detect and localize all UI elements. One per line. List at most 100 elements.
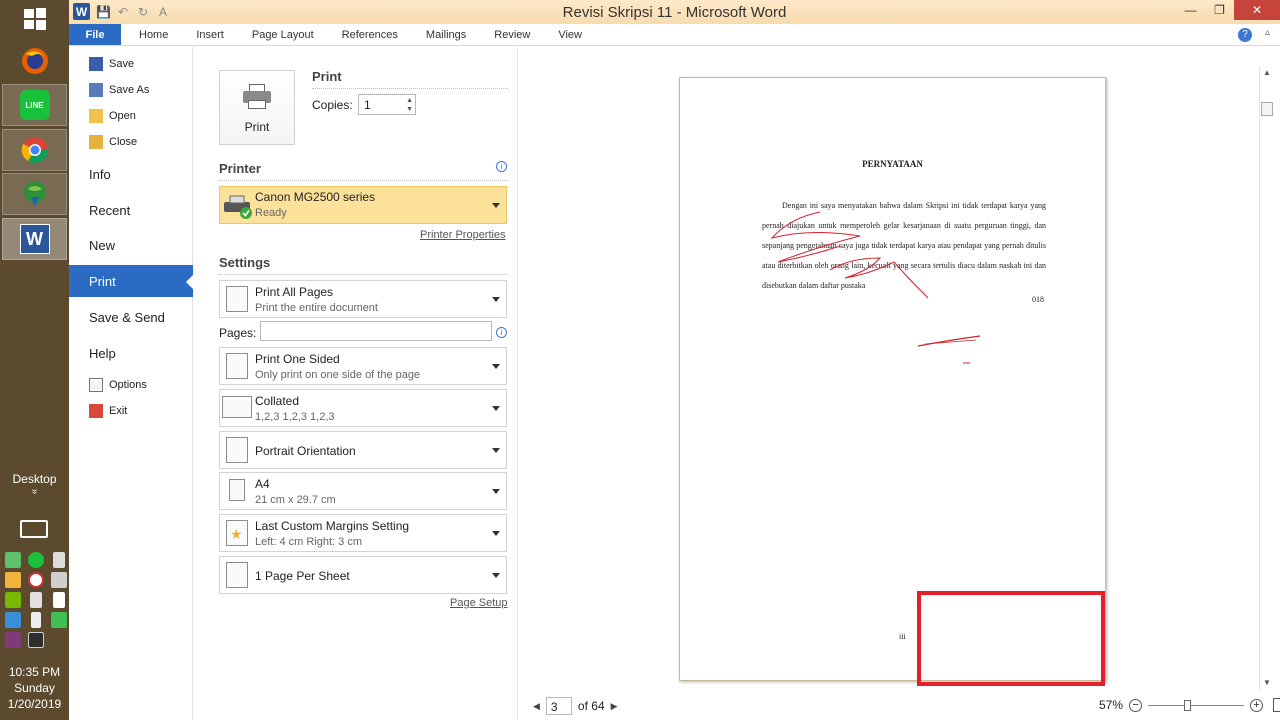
nav-open-label: Open	[109, 110, 136, 122]
next-page-icon[interactable]: ▶	[611, 701, 618, 712]
pages-per-sheet-dropdown[interactable]: 1 Page Per Sheet	[219, 556, 507, 594]
desktop-toolbar[interactable]: Desktop »	[0, 472, 69, 497]
folder-open-icon	[89, 109, 103, 123]
printer-properties-link[interactable]: Printer Properties	[420, 229, 506, 241]
zoom-to-page-icon[interactable]	[1273, 698, 1280, 712]
backstage-nav: Save Save As Open Close Info Recent New …	[69, 47, 194, 720]
print-button[interactable]: Print	[219, 70, 295, 145]
paper-size-dropdown[interactable]: A4 21 cm x 29.7 cm	[219, 472, 507, 510]
tab-references[interactable]: References	[328, 24, 412, 45]
nav-new[interactable]: New	[69, 229, 193, 261]
taskbar-clock[interactable]: 10:35 PM Sunday 1/20/2019	[0, 664, 69, 712]
tab-file[interactable]: File	[69, 24, 121, 45]
tray-line-icon[interactable]	[27, 552, 44, 568]
current-page-input[interactable]: 3	[545, 697, 572, 715]
close-button[interactable]: ✕	[1234, 0, 1280, 20]
tray-app-icon[interactable]	[27, 632, 44, 648]
one-sided-icon	[226, 353, 248, 379]
tab-mailings[interactable]: Mailings	[412, 24, 480, 45]
tray-network-icon[interactable]	[4, 552, 21, 568]
tray-monitor-icon[interactable]	[4, 612, 21, 628]
scroll-thumb[interactable]	[1261, 102, 1273, 116]
ribbon-minimize-icon[interactable]: ▵	[1265, 27, 1270, 38]
print-range-dropdown[interactable]: Print All Pages Print the entire documen…	[219, 280, 507, 318]
tray-drive-icon[interactable]	[50, 612, 67, 628]
margins-dropdown[interactable]: ★ Last Custom Margins Setting Left: 4 cm…	[219, 514, 507, 552]
pages-info-icon[interactable]: i	[496, 327, 507, 338]
tray-volume-icon[interactable]	[52, 552, 65, 568]
tab-view[interactable]: View	[544, 24, 596, 45]
tray-signal-icon[interactable]	[29, 592, 42, 608]
pages-input[interactable]	[260, 321, 492, 341]
tray-display-icon[interactable]	[50, 572, 67, 588]
nav-close[interactable]: Close	[69, 130, 193, 154]
nav-save-send[interactable]: Save & Send	[69, 301, 193, 333]
nav-save[interactable]: Save	[69, 52, 193, 76]
nav-open[interactable]: Open	[69, 104, 193, 128]
maximize-button[interactable]: ❐	[1205, 0, 1234, 20]
sides-dropdown[interactable]: Print One Sided Only print on one side o…	[219, 347, 507, 385]
nav-save-as[interactable]: Save As	[69, 78, 193, 102]
taskbar-chrome[interactable]	[2, 129, 67, 171]
orientation-title: Portrait Orientation	[255, 444, 356, 458]
nav-options-label: Options	[109, 379, 147, 391]
minimize-button[interactable]: —	[1176, 0, 1205, 20]
previous-page-icon[interactable]: ◀	[533, 701, 540, 712]
print-range-sub: Print the entire document	[255, 302, 378, 314]
nav-recent[interactable]: Recent	[69, 194, 193, 226]
taskbar-firefox[interactable]	[2, 40, 67, 82]
nav-exit[interactable]: Exit	[69, 399, 193, 423]
copies-input[interactable]: 1 ▲ ▼	[358, 94, 416, 115]
tab-home[interactable]: Home	[121, 24, 182, 45]
paper-title: A4	[255, 477, 270, 491]
printer-info-icon[interactable]: i	[496, 161, 507, 172]
tab-review[interactable]: Review	[480, 24, 544, 45]
printer-dropdown[interactable]: Canon MG2500 series Ready	[219, 186, 507, 224]
nav-info[interactable]: Info	[69, 158, 193, 190]
tab-page-layout[interactable]: Page Layout	[238, 24, 328, 45]
copies-spinner[interactable]: ▲ ▼	[406, 96, 413, 114]
scroll-up-icon[interactable]: ▲	[1262, 68, 1272, 78]
preview-scrollbar[interactable]: ▲ ▼	[1259, 66, 1273, 691]
nav-options[interactable]: Options	[69, 373, 193, 397]
page-setup-link[interactable]: Page Setup	[450, 597, 508, 609]
print-settings-pane: Print Print Copies: 1 ▲ ▼ Printer i Canon…	[193, 47, 518, 720]
window-title: Revisi Skripsi 11 - Microsoft Word	[562, 4, 787, 21]
zoom-slider-knob[interactable]	[1184, 699, 1192, 711]
nav-print[interactable]: Print	[69, 265, 194, 297]
taskbar-downloader[interactable]	[2, 173, 67, 215]
tray-battery-icon[interactable]	[30, 612, 41, 628]
windows-logo-icon	[23, 8, 46, 30]
tab-insert[interactable]: Insert	[182, 24, 238, 45]
printer-icon	[243, 84, 271, 110]
scroll-down-icon[interactable]: ▼	[1262, 678, 1272, 688]
print-heading-divider	[312, 88, 508, 89]
tray-antivirus-icon[interactable]	[27, 572, 44, 588]
tray-update-icon[interactable]	[4, 572, 21, 588]
collate-dropdown[interactable]: Collated 1,2,3 1,2,3 1,2,3	[219, 389, 507, 427]
taskbar-word[interactable]: W	[2, 218, 67, 260]
word-icon: W	[19, 224, 50, 254]
page-count: of 64	[577, 699, 605, 713]
margins-star-icon: ★	[226, 520, 248, 546]
zoom-level[interactable]: 57%	[1099, 698, 1123, 712]
nav-help[interactable]: Help	[69, 337, 193, 369]
tray-nvidia-icon[interactable]	[4, 592, 21, 608]
settings-heading-divider	[219, 274, 507, 275]
per-sheet-title: 1 Page Per Sheet	[255, 569, 350, 583]
zoom-in-icon[interactable]: +	[1250, 698, 1264, 712]
collate-sub: 1,2,3 1,2,3 1,2,3	[255, 411, 335, 423]
sides-title: Print One Sided	[255, 352, 340, 366]
chevron-down-icon	[492, 364, 500, 369]
taskbar-line[interactable]: LINE	[2, 84, 67, 126]
zoom-slider[interactable]	[1148, 699, 1245, 711]
document-fragment: 018	[1032, 295, 1044, 304]
margins-title: Last Custom Margins Setting	[255, 519, 410, 533]
tray-onenote-icon[interactable]	[4, 632, 21, 648]
zoom-out-icon[interactable]: −	[1129, 698, 1143, 712]
touch-keyboard-icon[interactable]	[20, 520, 48, 538]
start-button[interactable]	[0, 0, 69, 38]
orientation-dropdown[interactable]: Portrait Orientation	[219, 431, 507, 469]
tray-flag-icon[interactable]	[52, 592, 65, 608]
help-icon[interactable]: ?	[1238, 28, 1252, 42]
